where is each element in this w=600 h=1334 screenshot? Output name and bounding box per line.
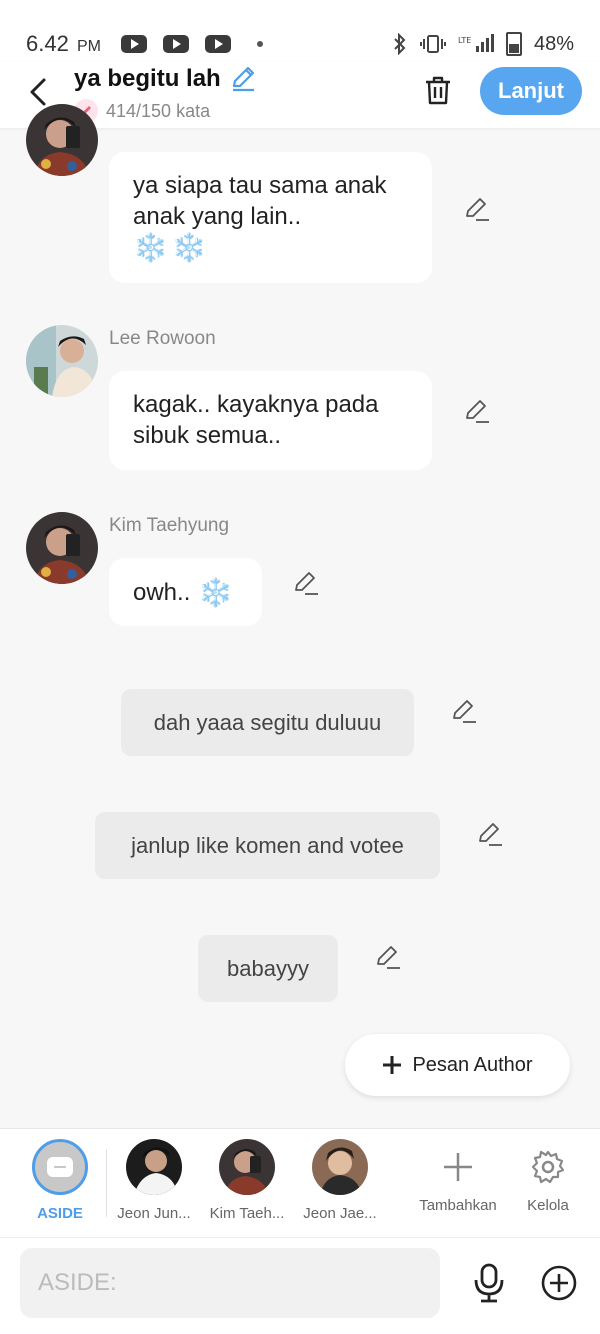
character-label: Jeon Jun... [117,1205,191,1222]
edit-message-icon[interactable] [463,195,491,223]
message-bubble[interactable]: owh.. ❄️ [109,558,262,626]
message-text: owh.. [133,578,191,606]
composer-bar: ASIDE: [0,1237,600,1334]
avatar [219,1139,275,1195]
character-aside[interactable]: ASIDE [15,1139,105,1222]
microphone-icon[interactable] [470,1263,508,1303]
story-title-text: ya begitu lah [74,65,221,92]
status-bar: 6.42 PM LTE 48% [0,0,600,66]
youtube-notification-icon [162,35,189,53]
signal-lte-icon: LTE [458,34,494,52]
character-item[interactable]: Jeon Jun... [109,1139,199,1222]
character-bar: ASIDE Jeon Jun... Kim Taeh... Jeon Jae..… [0,1128,600,1237]
plus-icon [383,1056,402,1074]
aside-message[interactable]: dah yaaa segitu duluuu [121,689,414,756]
message-text: ya siapa tau sama anak anak yang lain.. [133,172,387,230]
svg-text:LTE: LTE [458,36,471,45]
avatar [126,1139,182,1195]
youtube-notification-icon [120,35,147,53]
chevron-left-icon [30,78,46,106]
add-attachment-icon[interactable] [540,1264,578,1302]
message-bubble[interactable]: kagak.. kayaknya pada sibuk semua.. [109,371,432,470]
edit-message-icon[interactable] [450,697,478,725]
trash-icon [426,76,450,105]
aside-message-icon [47,1157,73,1177]
youtube-notification-icon [204,35,231,53]
battery-level: 48% [533,32,574,55]
character-label: Kim Taeh... [209,1205,285,1222]
message-emoji: ❄️❄️ [133,232,211,263]
character-label: ASIDE [37,1205,83,1222]
aside-text: babayyy [227,955,309,981]
avatar[interactable] [26,104,98,176]
author-message-label: Pesan Author [412,1053,533,1076]
message-bubble[interactable]: ya siapa tau sama anak anak yang lain.. … [109,152,432,283]
aside-message[interactable]: janlup like komen and votee [95,812,440,879]
add-label: Tambahkan [419,1197,497,1214]
message-text: kagak.. kayaknya pada sibuk semua.. [133,391,379,449]
add-character-button[interactable]: Tambahkan [412,1139,504,1214]
manage-label: Kelola [527,1197,569,1214]
aside-message[interactable]: babayyy [198,935,338,1002]
edit-message-icon[interactable] [463,397,491,425]
character-item[interactable]: Jeon Jae... [295,1139,385,1222]
sender-name: Lee Rowoon [109,328,216,349]
gear-icon [531,1150,565,1184]
avatar [312,1139,368,1195]
delete-button[interactable] [420,72,456,108]
story-title[interactable]: ya begitu lah [74,65,257,93]
edit-message-icon[interactable] [374,943,402,971]
aside-text: dah yaaa segitu duluuu [153,709,382,735]
manage-button[interactable]: Kelola [503,1139,593,1214]
more-notifications-icon [256,41,263,47]
avatar[interactable] [26,512,98,584]
sender-name: Kim Taehyung [109,515,230,536]
edit-title-icon[interactable] [229,65,257,93]
status-time: 6.42 PM [26,31,101,56]
divider [106,1149,107,1217]
aside-text: janlup like komen and votee [131,832,404,858]
message-emoji: ❄️ [198,576,238,608]
character-label: Jeon Jae... [303,1205,377,1222]
author-message-button[interactable]: Pesan Author [345,1034,570,1096]
aside-avatar [32,1139,88,1195]
vibrate-icon [419,35,446,53]
character-item[interactable]: Kim Taeh... [202,1139,292,1222]
edit-message-icon[interactable] [292,569,320,597]
word-count: 414/150 kata [106,100,211,121]
next-button[interactable]: Lanjut [480,67,582,115]
message-input[interactable]: ASIDE: [20,1248,440,1318]
plus-icon [444,1153,472,1181]
edit-message-icon[interactable] [476,820,504,848]
bluetooth-icon [394,33,406,55]
battery-icon [505,32,522,56]
avatar[interactable] [26,325,98,397]
